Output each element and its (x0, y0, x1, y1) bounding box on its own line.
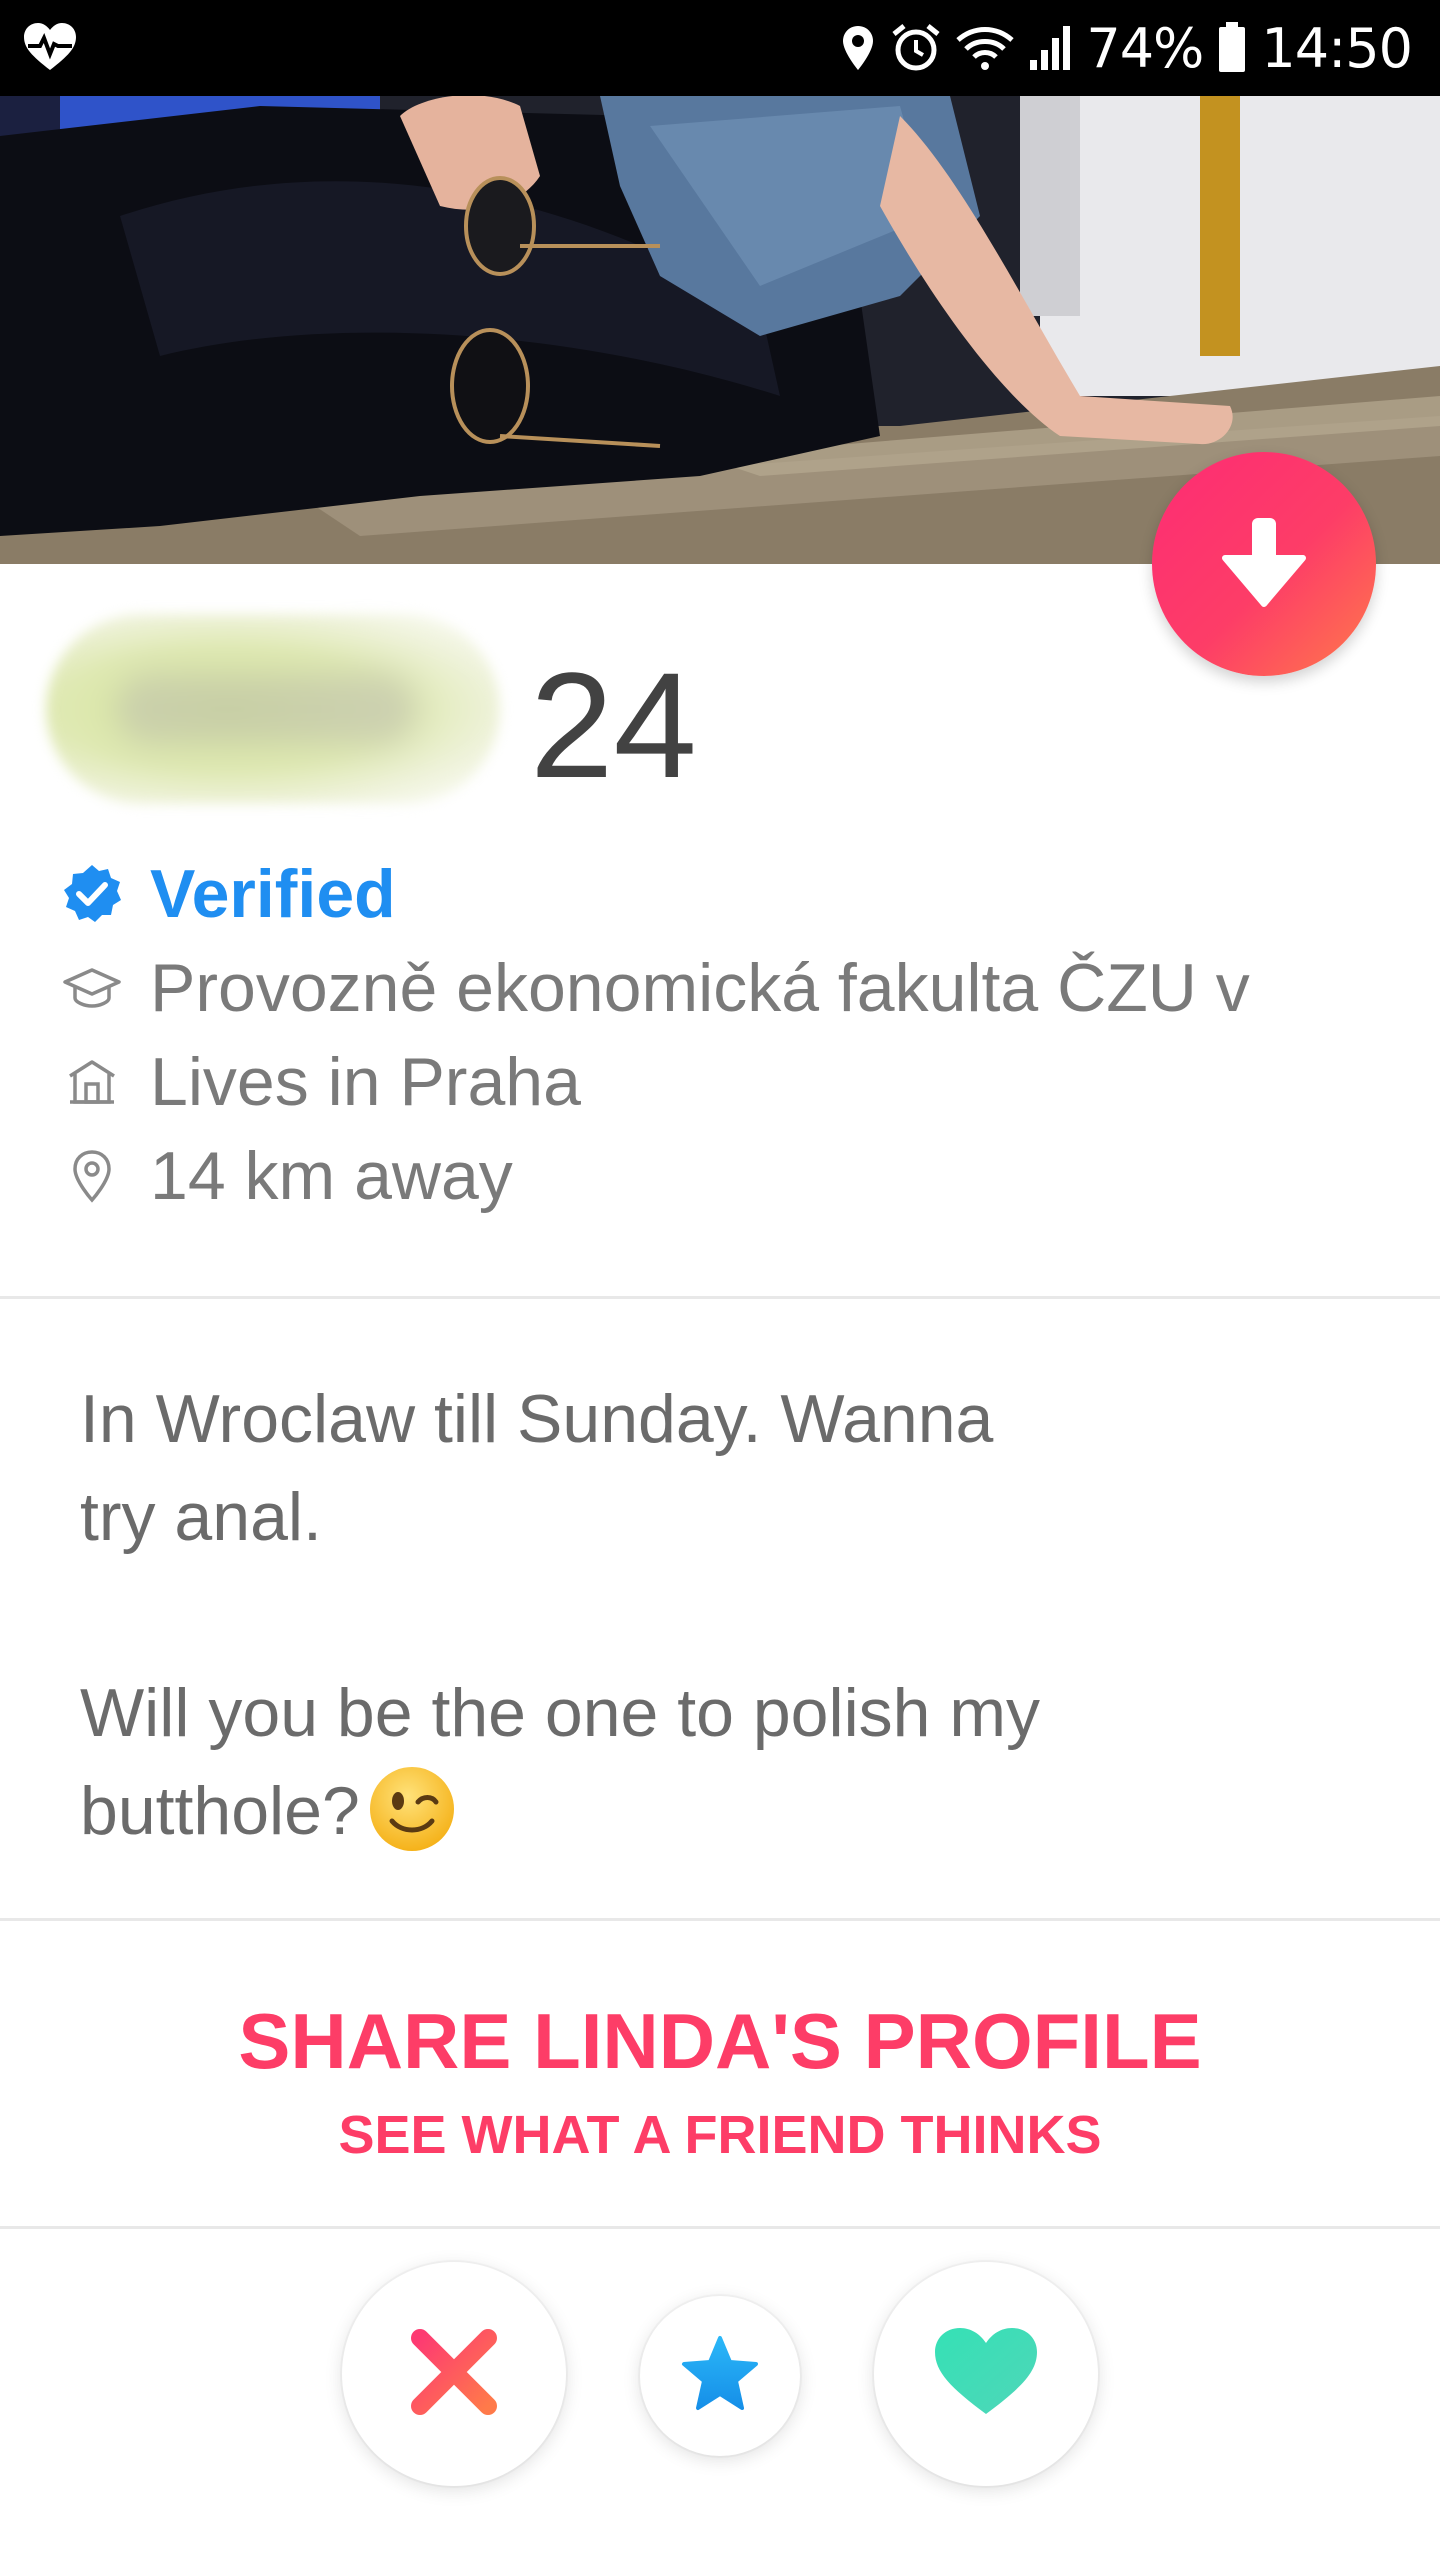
winking-face-emoji (368, 1765, 456, 1853)
location-icon (840, 24, 876, 72)
battery-percent: 74% (1086, 16, 1204, 80)
school-text: Provozně ekonomická fakulta ČZU v (150, 950, 1250, 1026)
profile-age: 24 (530, 641, 697, 809)
graduation-cap-icon (60, 956, 124, 1020)
bio-line: Will you be the one to polish my (80, 1675, 1041, 1751)
clock: 14:50 (1261, 16, 1413, 80)
distance-text: 14 km away (150, 1138, 513, 1214)
verified-row: Verified (60, 854, 396, 934)
star-icon (680, 2334, 760, 2419)
signal-icon (1028, 24, 1072, 72)
bio-line: try anal. (80, 1479, 322, 1555)
bio-line: In Wroclaw till Sunday. Wanna (80, 1381, 994, 1457)
heart-icon (931, 2324, 1041, 2425)
alarm-icon (890, 22, 942, 74)
divider (0, 2226, 1440, 2229)
collapse-profile-button[interactable] (1152, 452, 1376, 676)
home-icon (60, 1050, 124, 1114)
bio-text: In Wroclaw till Sunday. Wanna try anal. … (80, 1370, 1180, 1860)
wifi-icon (956, 24, 1014, 72)
nope-button[interactable] (342, 2262, 566, 2486)
share-profile-subtitle[interactable]: SEE WHAT A FRIEND THINKS (0, 2104, 1440, 2166)
verified-label: Verified (150, 856, 396, 932)
like-button[interactable] (874, 2262, 1098, 2486)
divider (0, 1296, 1440, 1299)
lives-in-text: Lives in Praha (150, 1044, 581, 1120)
name-redacted-blur (46, 614, 500, 804)
status-bar: 74% 14:50 (0, 0, 1440, 96)
super-like-button[interactable] (640, 2296, 800, 2456)
divider (0, 1918, 1440, 1921)
school-row: Provozně ekonomická fakulta ČZU v (60, 948, 1380, 1028)
arrow-down-icon (1219, 512, 1309, 617)
heart-pulse-icon (22, 20, 78, 76)
distance-row: 14 km away (60, 1136, 513, 1216)
close-icon (406, 2324, 502, 2425)
verified-badge-icon (60, 862, 124, 926)
bio-line: butthole? (80, 1762, 1180, 1860)
location-pin-icon (60, 1144, 124, 1208)
bio-line-text: butthole? (80, 1773, 360, 1849)
share-profile-button[interactable]: SHARE LINDA'S PROFILE (0, 1996, 1440, 2087)
battery-icon (1217, 22, 1247, 74)
lives-in-row: Lives in Praha (60, 1042, 581, 1122)
